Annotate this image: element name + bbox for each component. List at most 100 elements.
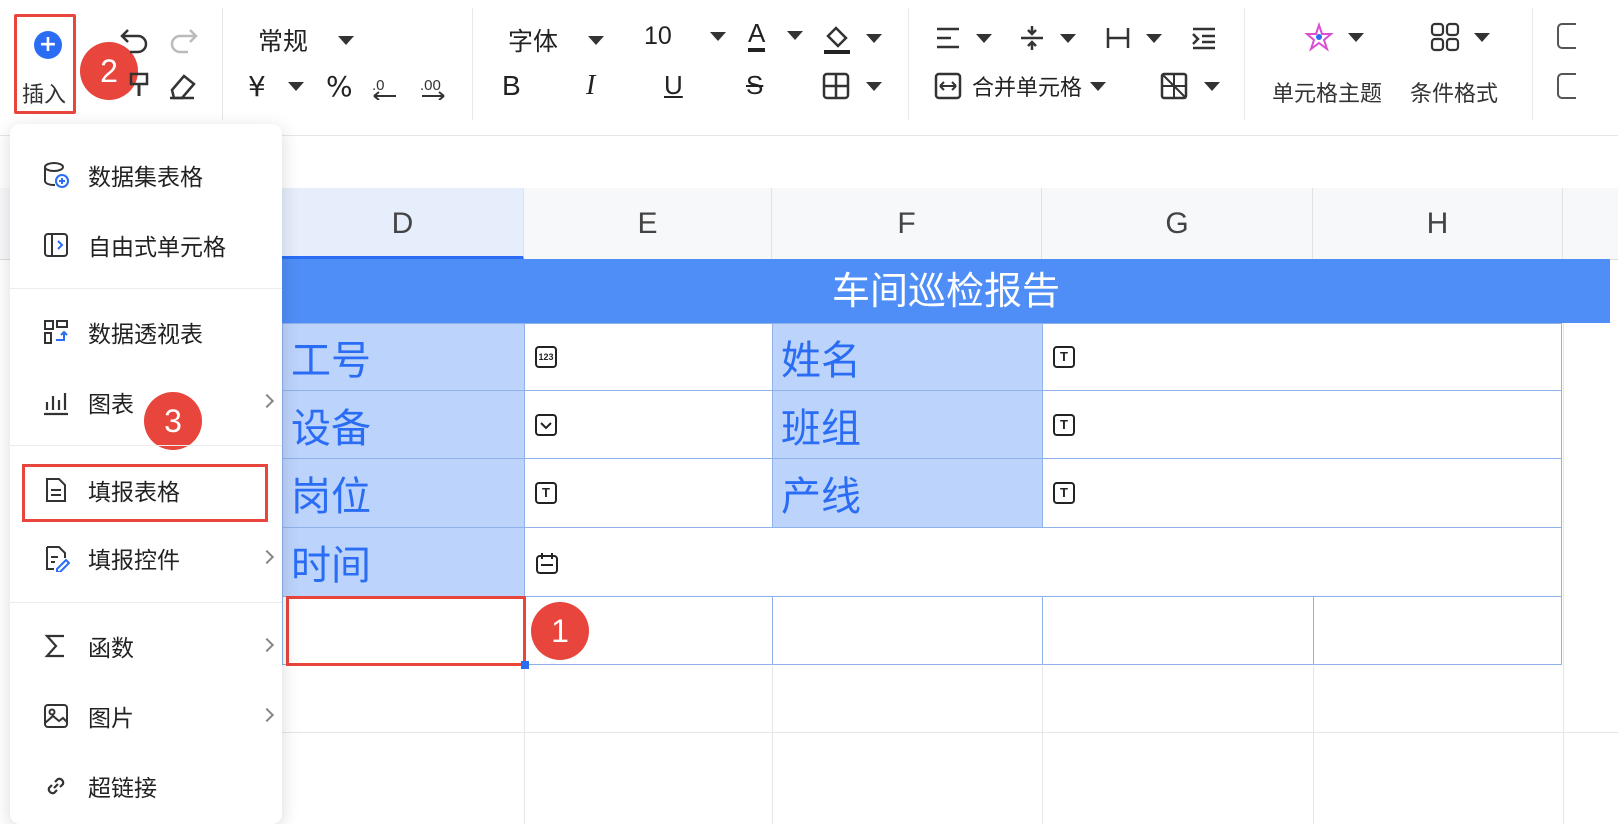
empty-cell-g[interactable] xyxy=(1042,596,1314,665)
cell-theme-button[interactable] xyxy=(1304,22,1364,52)
menu-item-image[interactable]: 图片 xyxy=(24,688,275,744)
chevron-down-icon xyxy=(1474,32,1490,42)
menu-item-label: 超链接 xyxy=(88,776,157,802)
plus-circle-icon: + xyxy=(34,31,62,59)
merge-cells-button[interactable]: 合并单元格 xyxy=(934,70,1107,102)
chevron-down-icon xyxy=(709,32,726,41)
font-color-button[interactable]: A xyxy=(748,18,804,52)
undo-icon[interactable] xyxy=(118,24,152,54)
number-format-select[interactable]: 常规 xyxy=(258,22,355,58)
bar-chart-icon xyxy=(44,393,68,416)
chevron-down-icon xyxy=(866,81,882,91)
percent-format-button[interactable]: % xyxy=(326,70,353,103)
input-cell-name[interactable]: T xyxy=(1042,323,1562,391)
insert-dropdown-menu: 数据集表格 自由式单元格 数据透视表 图表 3 填报表格 填报控件 函数 图片 … xyxy=(10,124,282,824)
label-cell-team[interactable]: 班组 xyxy=(772,390,1043,459)
label-cell-time[interactable]: 时间 xyxy=(282,527,525,597)
eraser-icon[interactable] xyxy=(166,70,198,100)
grid-line xyxy=(772,666,773,824)
align-middle-icon xyxy=(1021,26,1043,50)
decrease-decimal-icon[interactable]: .0 xyxy=(370,72,402,100)
increase-decimal-icon[interactable]: .00 xyxy=(418,72,450,100)
table-freeze-icon xyxy=(1160,72,1188,100)
insert-button[interactable]: + 插入 xyxy=(14,14,76,114)
label-cell-employee-id[interactable]: 工号 xyxy=(282,323,525,391)
insert-label: 插入 xyxy=(22,83,67,108)
menu-item-hyperlink[interactable]: 超链接 xyxy=(24,758,274,814)
strikethrough-button[interactable]: S xyxy=(746,70,763,101)
border-button[interactable] xyxy=(822,72,882,100)
column-header-e[interactable]: E xyxy=(524,188,772,260)
grid-line xyxy=(1042,666,1043,824)
fill-color-button[interactable] xyxy=(822,22,882,54)
calendar-icon xyxy=(536,553,558,574)
menu-separator xyxy=(10,445,282,446)
menu-item-function[interactable]: 函数 xyxy=(24,618,275,674)
horizontal-align-button[interactable] xyxy=(934,24,992,52)
font-size-select[interactable]: 10 xyxy=(644,22,726,51)
chevron-down-icon xyxy=(540,421,552,429)
step-badge-1: 1 xyxy=(531,602,589,660)
format-painter-icon[interactable] xyxy=(128,70,150,100)
menu-item-pivot-table[interactable]: 数据透视表 xyxy=(24,304,274,360)
pivot-table-icon xyxy=(44,320,68,344)
font-family-select[interactable]: 字体 xyxy=(508,22,605,58)
column-header-d[interactable]: D xyxy=(282,188,524,260)
indent-icon[interactable] xyxy=(1190,24,1218,52)
toolbar-separator xyxy=(908,8,909,120)
more-tools-icon[interactable] xyxy=(1556,72,1576,102)
percent-icon: % xyxy=(326,70,353,103)
menu-item-free-cell[interactable]: 自由式单元格 xyxy=(24,217,274,273)
grid-line xyxy=(524,666,525,824)
fill-handle[interactable] xyxy=(521,661,529,669)
chevron-down-icon xyxy=(976,33,992,43)
input-cell-employee-id[interactable]: 123 xyxy=(524,323,773,391)
input-cell-production-line[interactable]: T xyxy=(1042,458,1562,528)
font-color-icon: A xyxy=(748,18,766,52)
fill-bucket-icon xyxy=(824,26,850,54)
column-width-icon xyxy=(1106,28,1130,48)
align-left-icon xyxy=(937,27,959,49)
selected-cell-highlight[interactable] xyxy=(286,596,526,666)
conditional-format-button[interactable] xyxy=(1430,22,1490,52)
freeze-panes-button[interactable] xyxy=(1160,72,1220,100)
menu-item-label: 图片 xyxy=(88,706,134,732)
italic-button[interactable]: I xyxy=(586,70,595,102)
input-cell-position[interactable]: T xyxy=(524,458,773,528)
menu-item-label: 图表 xyxy=(88,392,134,418)
text-field-icon: T xyxy=(1053,346,1075,368)
empty-cell-f[interactable] xyxy=(772,596,1043,665)
menu-item-dataset-table[interactable]: 数据集表格 xyxy=(24,147,274,203)
more-tools-icon[interactable] xyxy=(1556,22,1576,52)
font-family-value: 字体 xyxy=(508,27,559,56)
redo-icon[interactable] xyxy=(166,24,200,54)
menu-item-label: 自由式单元格 xyxy=(88,235,226,261)
chevron-down-icon xyxy=(866,33,882,43)
vertical-align-button[interactable] xyxy=(1018,24,1076,52)
chevron-down-icon xyxy=(787,30,804,40)
chevron-down-icon xyxy=(338,35,355,45)
currency-format-button[interactable]: ¥ xyxy=(248,70,304,103)
menu-item-form-control[interactable]: 填报控件 xyxy=(24,530,275,586)
sparkle-star-icon xyxy=(1304,22,1334,52)
menu-item-label: 填报控件 xyxy=(88,548,180,574)
column-header-h[interactable]: H xyxy=(1313,188,1563,260)
underline-button[interactable]: U xyxy=(664,70,683,101)
text-direction-button[interactable] xyxy=(1104,24,1162,52)
column-header-f[interactable]: F xyxy=(772,188,1042,260)
form-control-icon xyxy=(46,546,70,572)
input-cell-team[interactable]: T xyxy=(1042,390,1562,459)
column-header-g[interactable]: G xyxy=(1042,188,1313,260)
report-title-cell[interactable]: 车间巡检报告 xyxy=(282,259,1610,323)
empty-cell-h[interactable] xyxy=(1313,596,1562,665)
label-cell-production-line[interactable]: 产线 xyxy=(772,458,1043,528)
label-cell-name[interactable]: 姓名 xyxy=(772,323,1043,391)
grid-line xyxy=(1563,260,1564,824)
bold-button[interactable]: B xyxy=(502,70,521,102)
label-cell-equipment[interactable]: 设备 xyxy=(282,390,525,459)
border-grid-icon xyxy=(822,72,850,100)
input-cell-time[interactable] xyxy=(524,527,1562,597)
chevron-down-icon xyxy=(1348,32,1364,42)
label-cell-position[interactable]: 岗位 xyxy=(282,458,525,528)
input-cell-equipment[interactable] xyxy=(524,390,773,459)
